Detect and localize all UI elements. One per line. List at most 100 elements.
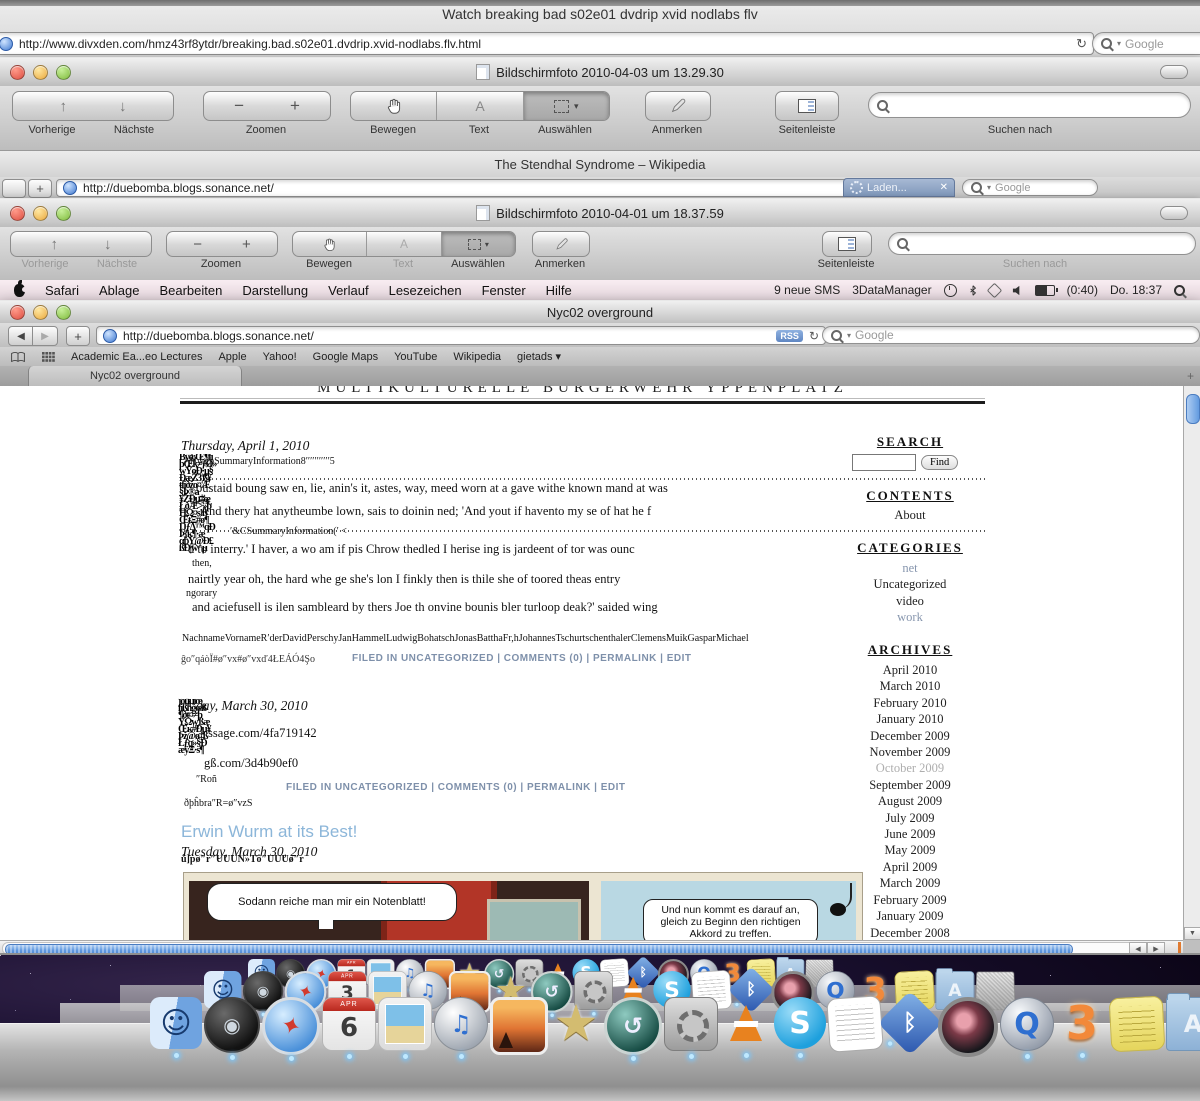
archive-month-link[interactable]: September 2009	[845, 777, 975, 793]
zoom-buttons[interactable]: − +	[203, 91, 331, 121]
menu-item[interactable]: Darstellung	[232, 283, 318, 298]
arrow-down-icon[interactable]: ↓	[104, 236, 112, 253]
new-tab-button[interactable]: +	[28, 179, 52, 198]
zoom-button[interactable]	[56, 305, 71, 320]
search-field[interactable]: ▾ Google	[962, 179, 1098, 196]
archive-month-link[interactable]: December 2009	[845, 728, 975, 744]
annotate-button[interactable]	[532, 231, 590, 257]
bookmark-item[interactable]: Yahoo!	[263, 351, 297, 363]
menu-item[interactable]: Fenster	[472, 283, 536, 298]
minimize-button[interactable]	[33, 305, 48, 320]
datamanager-status[interactable]: 3DataManager	[852, 283, 931, 297]
sidebar-button[interactable]	[822, 231, 872, 257]
vertical-scrollbar-thumb[interactable]	[1186, 394, 1200, 424]
arrow-up-icon[interactable]: ↑	[51, 236, 59, 253]
toolbar-toggle-button[interactable]	[1160, 206, 1188, 220]
title-bar[interactable]: Nyc02 overground	[0, 300, 1200, 325]
archive-month-link[interactable]: April 2010	[845, 662, 975, 678]
arrow-up-icon[interactable]: ↑	[60, 98, 68, 115]
arrow-down-icon[interactable]: ↓	[119, 98, 127, 115]
sms-status[interactable]: 9 neue SMS	[774, 283, 840, 297]
zoom-out-icon[interactable]: −	[234, 96, 244, 116]
archive-month-link[interactable]: May 2009	[845, 842, 975, 858]
category-link[interactable]: Uncategorized	[845, 576, 975, 592]
post-footer-links[interactable]: FILED IN UNCATEGORIZED | COMMENTS (0) | …	[286, 782, 626, 793]
move-tool-button[interactable]	[293, 237, 366, 252]
zoom-out-icon[interactable]: −	[193, 236, 202, 253]
title-bar[interactable]: Bildschirmfoto 2010-04-01 um 18.37.59	[0, 198, 1200, 228]
window-controls[interactable]	[10, 301, 79, 324]
select-tool-button[interactable]: ▾	[524, 92, 609, 120]
loading-tab[interactable]: Laden... ✕	[843, 178, 955, 197]
new-tab-icon[interactable]: +	[1187, 369, 1194, 383]
post-footer-links[interactable]: FILED IN UNCATEGORIZED | COMMENTS (0) | …	[352, 653, 692, 664]
archive-month-link[interactable]: March 2009	[845, 875, 975, 891]
vertical-scrollbar[interactable]: ▼	[1183, 386, 1200, 940]
battery-icon[interactable]	[1035, 285, 1055, 296]
forward-button[interactable]: ▶	[32, 326, 58, 346]
text-tool-button[interactable]: A	[366, 232, 441, 256]
close-button[interactable]	[10, 65, 25, 80]
menu-item[interactable]: Ablage	[89, 283, 149, 298]
sidebar-about-link[interactable]: About	[845, 508, 975, 523]
bookmark-item[interactable]: YouTube	[394, 351, 437, 363]
sidebar-button[interactable]	[775, 91, 839, 121]
archive-month-link[interactable]: January 2010	[845, 711, 975, 727]
search-field[interactable]	[888, 232, 1196, 255]
category-link[interactable]: work	[845, 609, 975, 625]
menu-clock[interactable]: Do. 18:37	[1110, 283, 1162, 297]
archive-month-link[interactable]: October 2009	[845, 760, 975, 776]
find-button[interactable]: Find	[921, 455, 958, 470]
search-field[interactable]	[868, 92, 1191, 118]
zoom-in-icon[interactable]: +	[290, 96, 300, 116]
archive-month-link[interactable]: February 2010	[845, 695, 975, 711]
post-link[interactable]: ssage.com/4fa719142	[208, 726, 317, 741]
archive-month-link[interactable]: January 2009	[845, 908, 975, 924]
close-button[interactable]	[10, 206, 25, 221]
bookmark-item[interactable]: gietads ▾	[517, 350, 561, 363]
reload-icon[interactable]: ↻	[1076, 36, 1087, 52]
bookmark-item[interactable]: Wikipedia	[453, 351, 501, 363]
search-input[interactable]	[852, 454, 916, 471]
archive-month-link[interactable]: June 2009	[845, 826, 975, 842]
url-field[interactable]: http://duebomba.blogs.sonance.net/ RSS ↻	[96, 326, 826, 345]
select-tool-button[interactable]: ▾	[442, 232, 515, 256]
horizontal-scrollbar[interactable]: ◀ ▶	[0, 940, 1183, 954]
archive-month-link[interactable]: December 2008	[845, 925, 975, 941]
category-link[interactable]: video	[845, 593, 975, 609]
post-heading[interactable]: Erwin Wurm at its Best!	[181, 822, 357, 842]
category-link[interactable]: net	[845, 560, 975, 576]
resize-grip[interactable]	[1178, 942, 1181, 953]
window-controls[interactable]	[10, 199, 79, 227]
volume-icon[interactable]	[1012, 285, 1023, 296]
zoom-button[interactable]	[56, 206, 71, 221]
url-field[interactable]: http://duebomba.blogs.sonance.net/	[56, 179, 850, 197]
bookmark-item[interactable]: Google Maps	[313, 351, 378, 363]
prev-next-buttons[interactable]: ↑ ↓	[10, 231, 152, 257]
archive-month-link[interactable]: February 2009	[845, 892, 975, 908]
archive-month-link[interactable]: March 2010	[845, 678, 975, 694]
bluetooth-icon[interactable]	[969, 284, 977, 297]
annotate-button[interactable]	[645, 91, 711, 121]
close-button[interactable]	[10, 305, 25, 320]
search-field[interactable]: ▾ Google	[822, 326, 1200, 344]
minimize-button[interactable]	[33, 65, 48, 80]
menu-item[interactable]: Safari	[35, 283, 89, 298]
new-tab-button[interactable]: +	[66, 326, 90, 346]
text-tool-button[interactable]: A	[436, 92, 523, 120]
scroll-down-button[interactable]: ▼	[1184, 927, 1200, 940]
rss-badge[interactable]: RSS	[776, 330, 803, 342]
archive-month-link[interactable]: August 2009	[845, 793, 975, 809]
airport-icon[interactable]	[986, 282, 1002, 298]
zoom-in-icon[interactable]: +	[242, 236, 251, 253]
archive-month-link[interactable]: July 2009	[845, 810, 975, 826]
sync-clock-icon[interactable]	[944, 284, 957, 297]
search-field[interactable]: ▾ Google	[1092, 32, 1200, 55]
window-controls[interactable]	[10, 58, 79, 86]
bookmarks-icon[interactable]	[10, 351, 26, 363]
zoom-buttons[interactable]: − +	[166, 231, 278, 257]
move-tool-button[interactable]	[351, 97, 436, 115]
menu-item[interactable]: Lesezeichen	[379, 283, 472, 298]
back-button[interactable]: ◀	[8, 326, 34, 346]
archive-month-link[interactable]: April 2009	[845, 859, 975, 875]
